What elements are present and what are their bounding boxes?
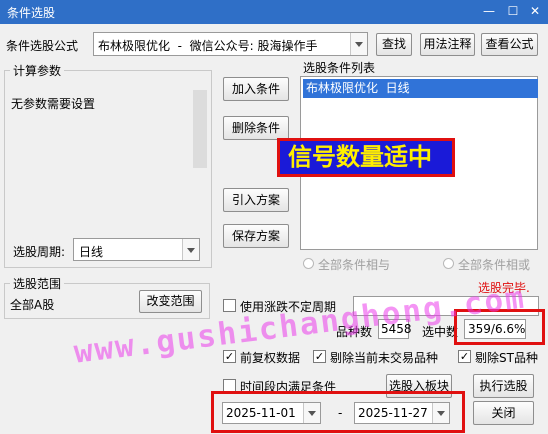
formula-label: 条件选股公式	[6, 39, 79, 53]
or-radio[interactable]	[443, 258, 454, 269]
and-radio[interactable]	[303, 258, 314, 269]
view-formula-button[interactable]: 查看公式	[481, 33, 538, 56]
exclude-untraded-checkbox[interactable]: ✓	[313, 350, 326, 363]
signal-annotation-text: 信号数量适中	[288, 143, 432, 171]
chevron-down-icon[interactable]	[350, 33, 367, 55]
chevron-down-icon[interactable]	[182, 239, 199, 260]
range-value: 全部A股	[10, 298, 55, 312]
or-label: 全部条件相或	[458, 258, 531, 272]
period-value: 日线	[79, 245, 104, 259]
params-title: 计算参数	[10, 62, 65, 79]
selected-label: 选中数	[422, 325, 459, 339]
conditions-title: 选股条件列表	[303, 61, 376, 75]
title-bar: 条件选股 — ☐ ✕	[0, 0, 548, 24]
window-title: 条件选股	[7, 6, 56, 20]
list-item[interactable]: 布林极限优化 日线	[303, 79, 538, 98]
execute-button[interactable]: 执行选股	[473, 374, 534, 398]
fq-label: 前复权数据	[240, 351, 301, 365]
maximize-icon[interactable]: ☐	[504, 3, 522, 19]
import-plan-button[interactable]: 引入方案	[223, 188, 289, 212]
params-scrollbar[interactable]	[193, 90, 207, 168]
formula-select[interactable]: 布林极限优化 - 微信公众号: 股海操作手	[93, 32, 368, 56]
add-condition-button[interactable]: 加入条件	[223, 77, 289, 101]
and-label: 全部条件相与	[318, 258, 391, 272]
save-plan-button[interactable]: 保存方案	[223, 224, 289, 248]
close-button[interactable]: 关闭	[473, 401, 534, 425]
usage-button[interactable]: 用法注释	[420, 33, 475, 56]
exclude-untraded-label: 剔除当前未交易品种	[330, 351, 439, 365]
period-select[interactable]: 日线	[73, 238, 200, 261]
count-label: 品种数	[336, 325, 373, 339]
period-label: 选股周期:	[13, 245, 66, 259]
formula-value: 布林极限优化 - 微信公众号: 股海操作手	[98, 39, 318, 53]
selected-highlight	[454, 309, 545, 345]
range-title: 选股范围	[10, 275, 65, 292]
params-text: 无参数需要设置	[11, 97, 96, 111]
uncertain-checkbox[interactable]	[223, 299, 236, 312]
status-text: 选股完毕.	[478, 281, 530, 295]
change-range-button[interactable]: 改变范围	[139, 290, 202, 313]
close-icon[interactable]: ✕	[526, 3, 544, 19]
exclude-st-checkbox[interactable]: ✓	[458, 350, 471, 363]
date-highlight	[211, 391, 465, 433]
delete-condition-button[interactable]: 删除条件	[223, 116, 289, 140]
find-button[interactable]: 查找	[376, 33, 412, 56]
count-value: 5458	[378, 319, 412, 339]
fq-checkbox[interactable]: ✓	[223, 350, 236, 363]
signal-annotation: 信号数量适中	[277, 138, 455, 177]
uncertain-label: 使用涨跌不定周期	[240, 300, 337, 314]
minimize-icon[interactable]: —	[480, 3, 498, 19]
exclude-st-label: 剔除ST品种	[475, 351, 538, 365]
